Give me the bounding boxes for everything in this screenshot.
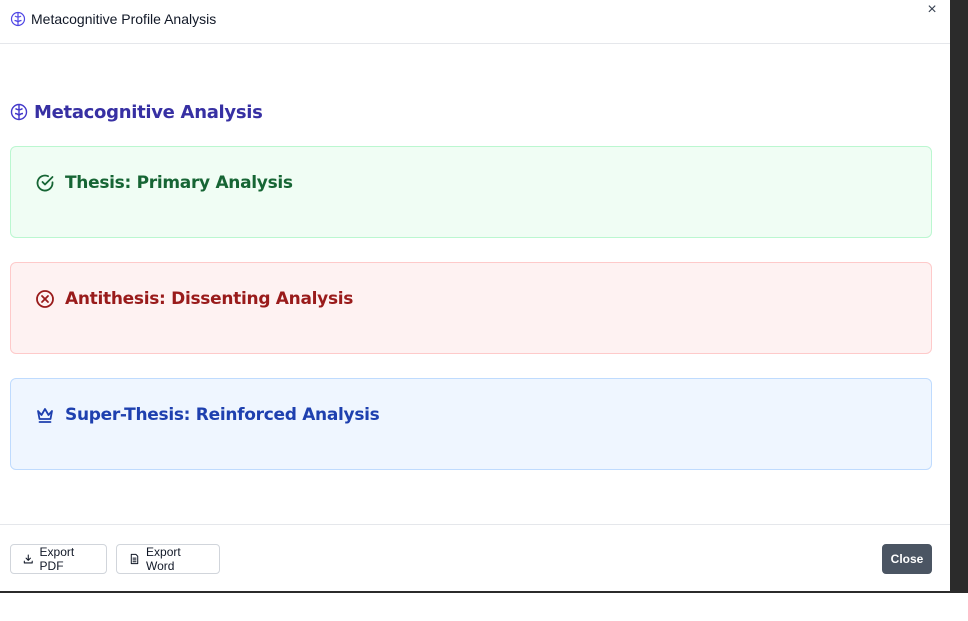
x-circle-icon [36, 290, 54, 308]
antithesis-card[interactable]: Antithesis: Dissenting Analysis [10, 262, 932, 354]
check-circle-icon [36, 174, 54, 192]
antithesis-title: Antithesis: Dissenting Analysis [65, 289, 354, 309]
dialog-title: Metacognitive Profile Analysis [31, 11, 217, 27]
super-thesis-title: Super-Thesis: Reinforced Analysis [65, 405, 380, 425]
export-word-button[interactable]: Export Word [116, 544, 220, 574]
dialog-footer: Export PDF Export Word Close [0, 524, 950, 591]
super-thesis-card-header: Super-Thesis: Reinforced Analysis [35, 405, 380, 425]
download-icon [23, 554, 33, 564]
section-heading: Metacognitive Analysis [10, 100, 263, 124]
metacognitive-dialog: Metacognitive Profile Analysis × Metacog… [0, 0, 950, 591]
modal-backdrop-bottom [0, 591, 950, 593]
thesis-card-header: Thesis: Primary Analysis [35, 173, 293, 193]
document-icon [130, 553, 139, 565]
thesis-title: Thesis: Primary Analysis [65, 173, 293, 193]
section-title: Metacognitive Analysis [34, 101, 263, 123]
thesis-card[interactable]: Thesis: Primary Analysis [10, 146, 932, 238]
antithesis-card-header: Antithesis: Dissenting Analysis [35, 289, 353, 309]
super-thesis-card[interactable]: Super-Thesis: Reinforced Analysis [10, 378, 932, 470]
crown-icon [37, 408, 53, 423]
brain-icon [10, 11, 26, 27]
export-word-label: Export Word [146, 545, 181, 573]
export-pdf-label: Export PDF [39, 545, 75, 573]
close-icon[interactable]: × [925, 2, 939, 18]
dialog-header: Metacognitive Profile Analysis × [0, 0, 950, 44]
brain-icon [10, 103, 28, 121]
close-button[interactable]: Close [882, 544, 932, 574]
export-pdf-button[interactable]: Export PDF [10, 544, 107, 574]
modal-backdrop [950, 0, 968, 593]
